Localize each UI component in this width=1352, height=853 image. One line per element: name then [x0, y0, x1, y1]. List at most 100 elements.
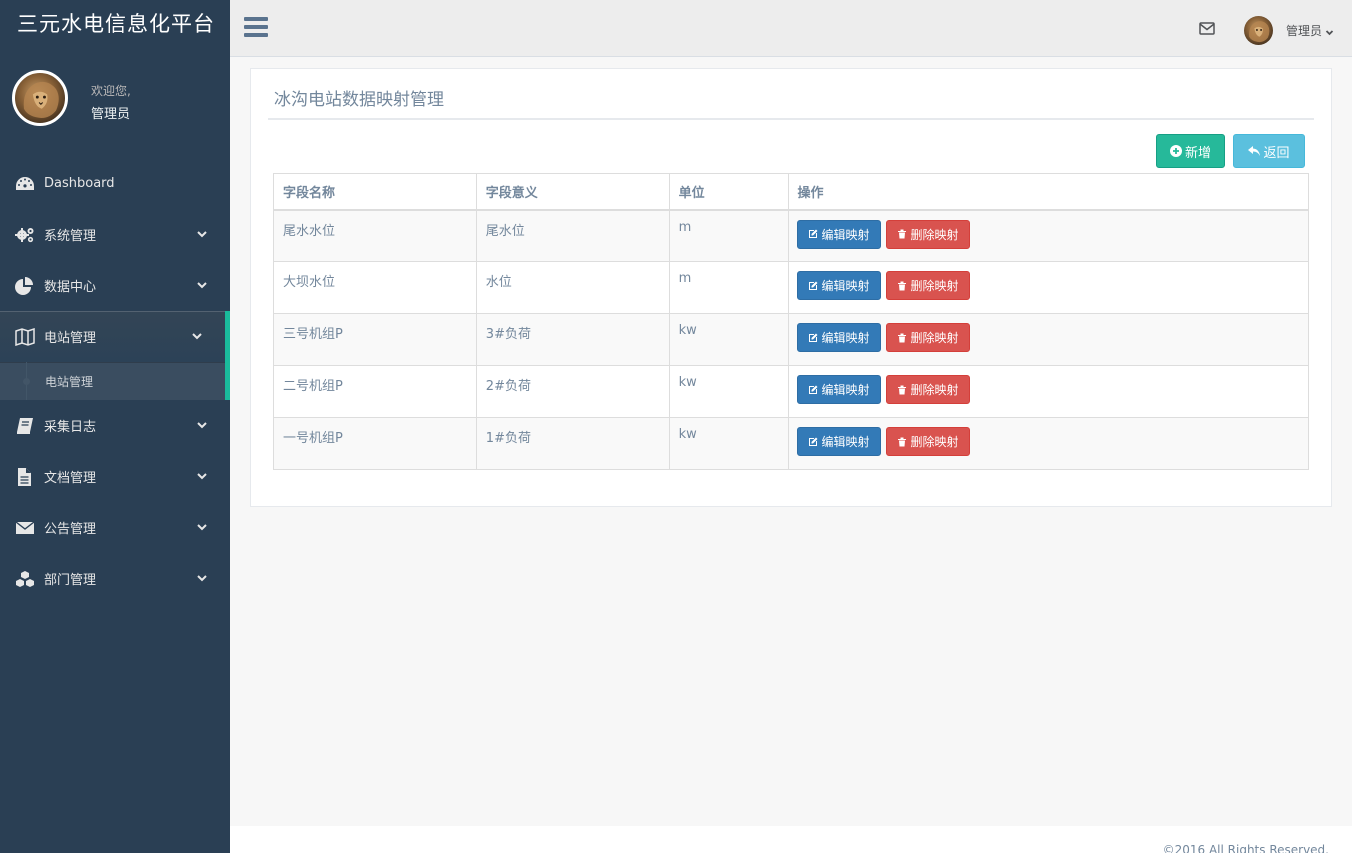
back-button-label: 返回: [1263, 145, 1290, 161]
content-panel: 冰沟电站数据映射管理 新增 返回 字段名称 字段意义 单位 操作 尾水水位 尾水: [250, 68, 1332, 507]
delete-mapping-button[interactable]: 删除映射: [885, 427, 970, 456]
dashboard-icon: [15, 174, 37, 194]
map-icon: [15, 327, 37, 347]
profile-block: 欢迎您, 管理员: [0, 57, 230, 145]
trash-icon: [897, 281, 906, 290]
chevron-down-icon: [196, 228, 208, 240]
title-divider: [268, 118, 1314, 120]
cell-actions: 编辑映射 删除映射: [787, 313, 1309, 366]
chevron-down-icon: [196, 572, 208, 584]
sidebar-item-departments[interactable]: 部门管理: [0, 553, 230, 604]
cell-field-name: 三号机组P: [273, 313, 477, 366]
delete-mapping-label: 删除映射: [910, 383, 959, 397]
trash-icon: [897, 333, 906, 342]
cell-actions: 编辑映射 删除映射: [787, 417, 1309, 470]
user-avatar: [1244, 15, 1273, 45]
user-menu[interactable]: 管理员: [1244, 15, 1334, 45]
chevron-down-icon: [196, 279, 208, 291]
edit-mapping-label: 编辑映射: [821, 435, 870, 449]
edit-mapping-button[interactable]: 编辑映射: [796, 271, 881, 300]
sidebar-item-label: 数据中心: [44, 280, 97, 295]
column-header-unit: 单位: [668, 173, 789, 211]
edit-mapping-label: 编辑映射: [821, 331, 870, 345]
delete-mapping-button[interactable]: 删除映射: [885, 323, 970, 352]
cell-unit: m: [668, 261, 789, 314]
column-header-field-meaning: 字段意义: [475, 173, 670, 211]
edit-mapping-button[interactable]: 编辑映射: [796, 323, 881, 352]
app-brand[interactable]: 三元水电信息化平台: [0, 0, 230, 57]
file-icon: [15, 467, 37, 487]
table-row: 尾水水位 尾水位 m 编辑映射 删除映射: [273, 209, 1309, 262]
table-header-row: 字段名称 字段意义 单位 操作: [273, 173, 1309, 211]
sidebar-subitem-label: 电站管理: [45, 374, 94, 389]
cell-field-meaning: 3#负荷: [475, 313, 670, 366]
table-row: 一号机组P 1#负荷 kw 编辑映射 删除映射: [273, 417, 1309, 470]
delete-mapping-button[interactable]: 删除映射: [885, 219, 970, 249]
user-name: 管理员: [1286, 23, 1323, 38]
delete-mapping-label: 删除映射: [910, 435, 959, 449]
cell-field-meaning: 2#负荷: [475, 365, 670, 418]
sidebar-menu: Dashboard 系统管理 数据中心 电站管理 电站管理 采集日志 文档管理 …: [0, 158, 230, 604]
chevron-down-icon: [196, 419, 208, 431]
back-button[interactable]: 返回: [1233, 134, 1305, 168]
cell-field-meaning: 1#负荷: [475, 417, 670, 470]
sidebar-item-dashboard[interactable]: Dashboard: [0, 158, 230, 209]
edit-icon: [808, 281, 817, 290]
add-button[interactable]: 新增: [1156, 134, 1225, 168]
cell-field-meaning: 水位: [475, 261, 670, 314]
column-header-actions: 操作: [787, 173, 1309, 211]
delete-mapping-button[interactable]: 删除映射: [885, 271, 970, 300]
mapping-table: 字段名称 字段意义 单位 操作 尾水水位 尾水位 m 编辑映射 删除映射 大坝水位…: [273, 173, 1309, 470]
sidebar-item-system[interactable]: 系统管理: [0, 209, 230, 260]
copyright-text: ©2016 All Rights Reserved.: [1162, 843, 1329, 853]
edit-icon: [808, 229, 817, 238]
delete-mapping-label: 删除映射: [910, 279, 959, 293]
cell-field-name: 尾水水位: [273, 209, 477, 262]
footer: ©2016 All Rights Reserved.: [230, 826, 1352, 853]
welcome-text: 欢迎您,: [91, 84, 131, 98]
sidebar-item-station[interactable]: 电站管理: [0, 311, 230, 362]
edit-icon: [808, 333, 817, 342]
cell-actions: 编辑映射 删除映射: [787, 261, 1309, 314]
trash-icon: [897, 437, 906, 446]
edit-mapping-button[interactable]: 编辑映射: [796, 219, 881, 249]
sidebar-item-label: 采集日志: [44, 420, 97, 435]
add-button-label: 新增: [1184, 145, 1211, 161]
sidebar-subitem-station[interactable]: 电站管理: [0, 362, 230, 400]
edit-mapping-button[interactable]: 编辑映射: [796, 427, 881, 456]
menu-toggle-bars-icon[interactable]: [244, 17, 268, 39]
sidebar-item-data-center[interactable]: 数据中心: [0, 260, 230, 311]
envelope-icon: [15, 518, 37, 538]
plus-circle-icon: [1169, 145, 1182, 157]
delete-mapping-label: 删除映射: [910, 227, 959, 242]
edit-mapping-label: 编辑映射: [821, 383, 870, 397]
lion-avatar-icon: [23, 81, 59, 118]
cell-field-name: 二号机组P: [273, 365, 477, 418]
sidebar-item-documents[interactable]: 文档管理: [0, 451, 230, 502]
sidebar-item-label: 文档管理: [44, 471, 97, 486]
column-header-field-name: 字段名称: [273, 173, 477, 211]
cell-unit: kw: [668, 313, 789, 366]
submenu-dot: [23, 378, 30, 385]
edit-mapping-button[interactable]: 编辑映射: [796, 375, 881, 404]
delete-mapping-label: 删除映射: [910, 331, 959, 345]
chevron-down-icon: [1325, 26, 1334, 35]
trash-icon: [897, 385, 906, 394]
sidebar-item-announcements[interactable]: 公告管理: [0, 502, 230, 553]
cell-unit: kw: [668, 417, 789, 470]
table-row: 大坝水位 水位 m 编辑映射 删除映射: [273, 261, 1309, 314]
cell-actions: 编辑映射 删除映射: [787, 209, 1309, 262]
profile-name: 管理员: [91, 107, 131, 122]
book-icon: [15, 416, 37, 436]
mail-icon[interactable]: [1199, 22, 1215, 35]
edit-mapping-label: 编辑映射: [821, 227, 870, 242]
delete-mapping-button[interactable]: 删除映射: [885, 375, 970, 404]
gears-icon: [15, 225, 37, 245]
sidebar-item-collect-log[interactable]: 采集日志: [0, 400, 230, 451]
reply-icon: [1248, 146, 1261, 156]
sidebar-item-label: 公告管理: [44, 522, 97, 537]
top-navbar: 管理员: [230, 0, 1352, 57]
page-title: 冰沟电站数据映射管理: [274, 90, 444, 110]
cell-unit: kw: [668, 365, 789, 418]
sidebar-item-label: 系统管理: [44, 229, 97, 244]
